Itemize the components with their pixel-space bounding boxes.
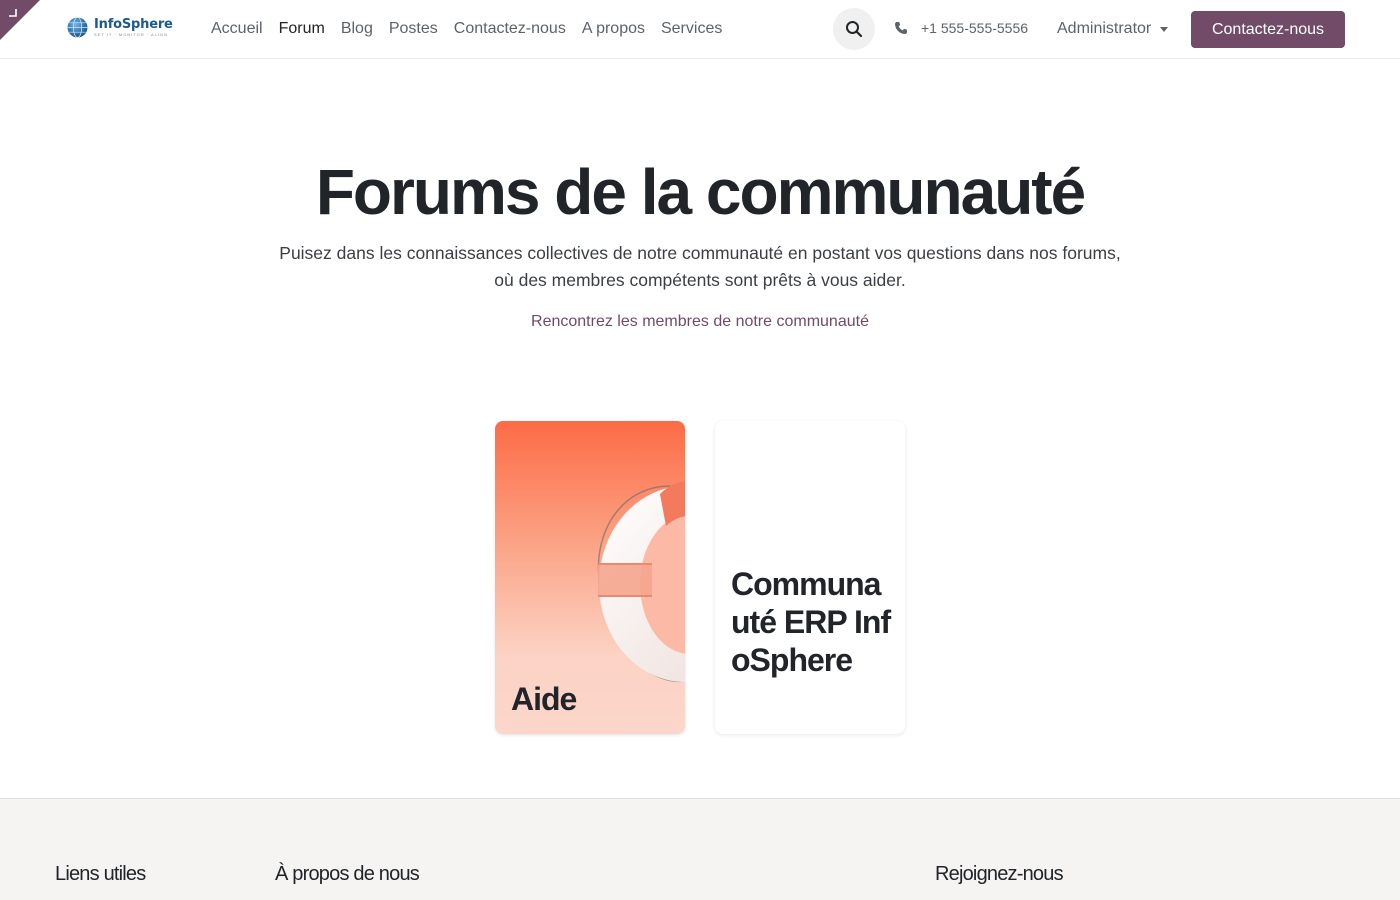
user-name: Administrator	[1057, 20, 1152, 37]
site-logo[interactable]: InfoSphere SET IT · MONITOR · ALIGN	[67, 17, 173, 38]
edit-mode-corner-icon[interactable]	[0, 0, 40, 40]
lifebuoy-illustration	[597, 481, 685, 683]
subtitle-line-1: Puisez dans les connaissances collective…	[279, 243, 1121, 263]
page-title: Forums de la communauté	[315, 156, 1086, 228]
phone-link[interactable]: +1 555-555-5556	[894, 20, 1028, 36]
forum-card-erp-community[interactable]: Communauté ERP InfoSphere	[715, 421, 905, 734]
forum-card-title: Aide	[511, 681, 577, 717]
community-members-link[interactable]: Rencontrez les membres de notre communau…	[0, 311, 1400, 333]
main-menu: Accueil Forum Blog Postes Contactez-nous…	[203, 18, 730, 40]
menu-item-services[interactable]: Services	[653, 18, 730, 40]
menu-item-blog[interactable]: Blog	[333, 18, 381, 40]
phone-number: +1 555-555-5556	[921, 20, 1029, 36]
search-icon	[846, 21, 863, 38]
footer-heading-join-us: Rejoignez-nous	[935, 863, 1064, 885]
menu-item-forum[interactable]: Forum	[271, 18, 333, 40]
user-menu[interactable]: Administrator	[1057, 18, 1169, 40]
menu-item-postes[interactable]: Postes	[381, 18, 446, 40]
menu-item-contactez-nous[interactable]: Contactez-nous	[446, 18, 574, 40]
site-footer: Liens utiles À propos de nous Rejoignez-…	[0, 798, 1400, 900]
top-navbar: InfoSphere SET IT · MONITOR · ALIGN Accu…	[0, 0, 1400, 59]
subtitle-line-2: où des membres compétents sont prêts à v…	[494, 270, 906, 290]
forum-card-aide[interactable]: Aide	[495, 421, 685, 734]
globe-logo-icon	[67, 17, 88, 38]
footer-heading-about-us: À propos de nous	[275, 863, 420, 885]
logo-name: InfoSphere	[94, 17, 173, 32]
phone-icon	[895, 22, 907, 34]
menu-item-accueil[interactable]: Accueil	[203, 18, 271, 40]
contact-button[interactable]: Contactez-nous	[1191, 11, 1345, 48]
logo-tagline: SET IT · MONITOR · ALIGN	[94, 32, 169, 37]
caret-down-icon	[1160, 26, 1169, 32]
page-subtitle: Puisez dans les connaissances collective…	[200, 240, 1200, 294]
footer-heading-useful-links: Liens utiles	[55, 863, 146, 885]
menu-item-a-propos[interactable]: A propos	[574, 18, 653, 40]
forum-card-title: Communauté ERP InfoSphere	[731, 566, 891, 678]
search-button[interactable]	[833, 8, 875, 50]
